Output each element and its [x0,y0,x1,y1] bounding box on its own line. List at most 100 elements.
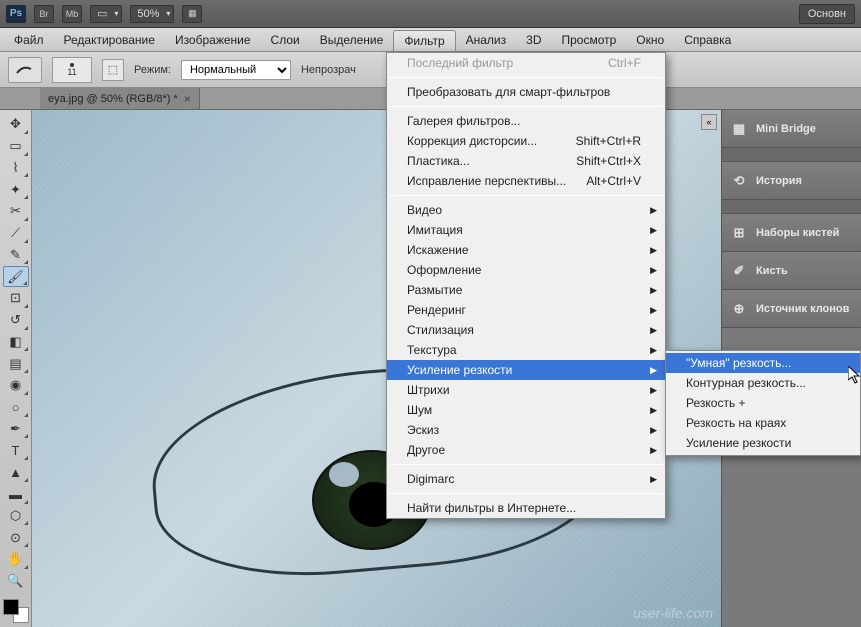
3d-tool[interactable]: ⬡ [3,506,29,527]
submenu-arrow-icon: ▶ [650,225,657,236]
3d-camera-tool[interactable]: ⊙ [3,527,29,548]
scroll-corner[interactable]: « [701,114,717,130]
submenu-arrow-icon: ▶ [650,205,657,216]
brush-tool[interactable]: 🖌 [3,266,29,287]
menu-filter-gallery[interactable]: Галерея фильтров... [387,111,665,131]
history-icon: ⟲ [730,172,748,190]
move-tool[interactable]: ✥ [3,114,29,135]
menu-window[interactable]: Окно [626,28,674,51]
document-tab[interactable]: eya.jpg @ 50% (RGB/8*) * × [40,88,200,109]
menu-convert-smart[interactable]: Преобразовать для смарт-фильтров [387,82,665,102]
minibridge-icon: ▦ [730,120,748,138]
menu-edit[interactable]: Редактирование [54,28,165,51]
menu-digimarc[interactable]: Digimarc▶ [387,469,665,489]
panel-brush[interactable]: ✐ Кисть [722,252,861,290]
menu-sharpen[interactable]: Усиление резкости▶ [387,360,665,380]
submenu-arrow-icon: ▶ [650,345,657,356]
submenu-arrow-icon: ▶ [650,305,657,316]
menu-distort[interactable]: Искажение▶ [387,240,665,260]
menu-liquify[interactable]: Пластика... Shift+Ctrl+X [387,151,665,171]
healing-tool[interactable]: ✎ [3,245,29,266]
submenu-arrow-icon: ▶ [650,365,657,376]
menu-artistic[interactable]: Имитация▶ [387,220,665,240]
close-icon[interactable]: × [184,92,191,106]
panel-mini-bridge[interactable]: ▦ Mini Bridge [722,110,861,148]
submenu-sharpen-more[interactable]: Резкость + [666,393,860,413]
bridge-button[interactable]: Br [34,5,54,23]
panel-brush-presets[interactable]: ⊞ Наборы кистей [722,214,861,252]
menu-browse-online[interactable]: Найти фильтры в Интернете... [387,498,665,518]
submenu-arrow-icon: ▶ [650,245,657,256]
panel-label: Источник клонов [756,303,849,315]
menu-image[interactable]: Изображение [165,28,261,51]
arrange-button[interactable]: ▦ [182,5,202,23]
menu-lens-correction[interactable]: Коррекция дисторсии... Shift+Ctrl+R [387,131,665,151]
eraser-tool[interactable]: ◧ [3,332,29,353]
foreground-color-swatch[interactable] [3,599,19,615]
menu-texture[interactable]: Текстура▶ [387,340,665,360]
marquee-tool[interactable]: ▭ [3,136,29,157]
crop-tool[interactable]: ✂ [3,201,29,222]
wand-tool[interactable]: ✦ [3,179,29,200]
submenu-unsharp-mask[interactable]: Контурная резкость... [666,373,860,393]
submenu-smart-sharpen[interactable]: "Умная" резкость... [666,353,860,373]
menu-decor[interactable]: Оформление▶ [387,260,665,280]
shape-tool[interactable]: ▬ [3,484,29,505]
menu-filter[interactable]: Фильтр [393,30,455,51]
presets-icon: ⊞ [730,224,748,242]
panel-label: Наборы кистей [756,227,839,239]
sharpen-submenu: "Умная" резкость... Контурная резкость..… [665,350,861,456]
shortcut-label: Alt+Ctrl+V [586,174,641,188]
clone-icon: ⊕ [730,300,748,318]
history-brush-tool[interactable]: ↺ [3,310,29,331]
menu-select[interactable]: Выделение [310,28,394,51]
workspace-switcher[interactable]: Основн [799,4,855,24]
brush-preset-picker[interactable]: 11 [52,57,92,83]
menu-3d[interactable]: 3D [516,28,551,51]
submenu-sharpen-edges[interactable]: Резкость на краях [666,413,860,433]
eyedropper-tool[interactable]: ⟋ [3,223,29,244]
panel-label: Кисть [756,265,788,277]
tool-preset-picker[interactable] [8,57,42,83]
gradient-tool[interactable]: ▤ [3,353,29,374]
filter-dropdown-menu: Последний фильтр Ctrl+F Преобразовать дл… [386,52,666,519]
type-tool[interactable]: T [3,440,29,461]
zoom-dropdown[interactable]: 50% [130,5,174,23]
menu-last-filter: Последний фильтр Ctrl+F [387,53,665,73]
menu-vanishing-point[interactable]: Исправление перспективы... Alt+Ctrl+V [387,171,665,191]
submenu-sharpen[interactable]: Усиление резкости [666,433,860,453]
menu-view[interactable]: Просмотр [551,28,626,51]
submenu-arrow-icon: ▶ [650,425,657,436]
panel-clone-source[interactable]: ⊕ Источник клонов [722,290,861,328]
menu-help[interactable]: Справка [674,28,741,51]
shortcut-label: Shift+Ctrl+R [576,134,641,148]
menu-noise[interactable]: Шум▶ [387,400,665,420]
menu-layers[interactable]: Слои [261,28,310,51]
panel-history[interactable]: ⟲ История [722,162,861,200]
dodge-tool[interactable]: ○ [3,397,29,418]
blend-mode-select[interactable]: Нормальный [181,60,291,80]
pen-tool[interactable]: ✒ [3,419,29,440]
hand-tool[interactable]: ✋ [3,549,29,570]
menu-other[interactable]: Другое▶ [387,440,665,460]
brush-panel-toggle[interactable]: ⬚ [102,59,124,81]
path-select-tool[interactable]: ▲ [3,462,29,483]
menu-file[interactable]: Файл [4,28,54,51]
stamp-tool[interactable]: ⊡ [3,288,29,309]
submenu-arrow-icon: ▶ [650,385,657,396]
menu-strokes[interactable]: Штрихи▶ [387,380,665,400]
menu-sketch[interactable]: Эскиз▶ [387,420,665,440]
minibridge-button[interactable]: Mb [62,5,82,23]
blur-tool[interactable]: ◉ [3,375,29,396]
color-swatches[interactable] [3,599,29,624]
panel-label: История [756,175,802,187]
zoom-tool[interactable]: 🔍 [3,571,29,592]
lasso-tool[interactable]: ⌇ [3,158,29,179]
menu-stylize[interactable]: Стилизация▶ [387,320,665,340]
ps-logo: Ps [6,5,26,23]
menu-render[interactable]: Рендеринг▶ [387,300,665,320]
menu-analysis[interactable]: Анализ [456,28,517,51]
menu-blur[interactable]: Размытие▶ [387,280,665,300]
menu-video[interactable]: Видео▶ [387,200,665,220]
screen-mode-dropdown[interactable]: ▭ [90,5,122,23]
